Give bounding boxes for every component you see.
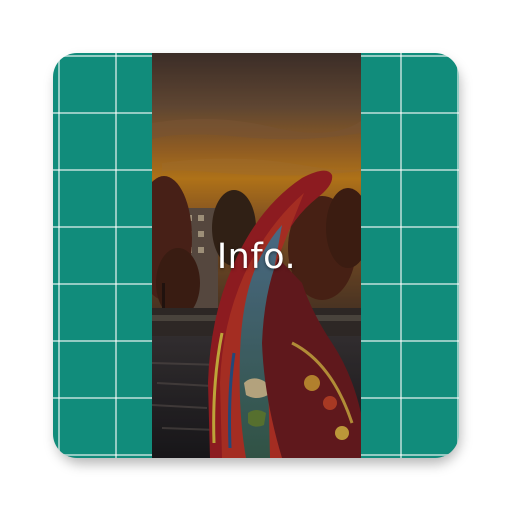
canal-boat-photo: Info. <box>152 53 361 458</box>
app-icon-tile[interactable]: Info. <box>53 53 459 458</box>
info-label: Info. <box>216 237 297 277</box>
app-icon-canvas: Info. <box>0 0 512 512</box>
